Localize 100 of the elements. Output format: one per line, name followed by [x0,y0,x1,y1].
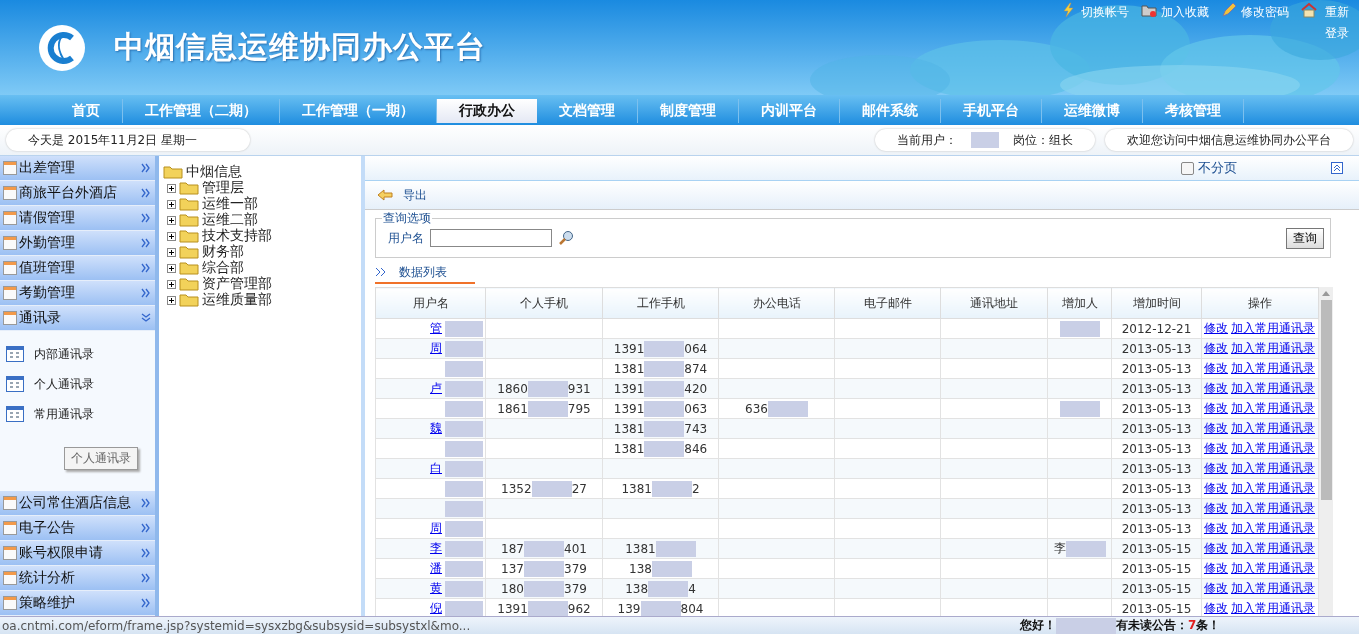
checkbox[interactable] [1181,161,1194,175]
tree-node[interactable]: 运维质量部 [202,291,272,309]
action-link[interactable]: 修改 [1204,481,1228,495]
action-link[interactable]: 加入常用通讯录 [1231,321,1315,335]
plus-icon[interactable] [167,295,176,305]
section-title: 数据列表 [399,263,447,281]
action-link[interactable]: 修改 [1204,581,1228,595]
scrollbar[interactable] [1319,287,1333,616]
sidebar-item[interactable]: 统计分析 [0,566,155,591]
plus-icon[interactable] [167,263,176,273]
action-link[interactable]: 修改 [1204,381,1228,395]
search-icon[interactable] [558,230,574,246]
action-link[interactable]: 加入常用通讯录 [1231,381,1315,395]
sidebar-item[interactable]: 账号权限申请 [0,541,155,566]
sidebar-subitem[interactable]: 内部通讯录 [0,345,155,363]
name-link[interactable]: 潘 [430,561,442,575]
cell-text: 2 [691,481,700,495]
action-link[interactable]: 修改 [1204,541,1228,555]
plus-icon[interactable] [167,215,176,225]
sidebar-item[interactable]: 策略维护 [0,591,155,616]
sidebar-item[interactable]: 电子公告 [0,516,155,541]
export-link[interactable]: 导出 [403,186,427,204]
action-link[interactable]: 加入常用通讯录 [1231,341,1315,355]
house-icon [1301,2,1317,18]
cell-text: 743 [684,421,708,435]
action-link[interactable]: 修改 [1204,601,1228,615]
column-header: 工作手机 [602,287,719,319]
tree-node[interactable]: 管理层 [202,179,244,197]
action-link[interactable]: 修改 [1204,321,1228,335]
folder-icon [179,213,199,227]
action-link[interactable]: 修改 [1204,461,1228,475]
plus-icon[interactable] [167,231,176,241]
cell-text: 874 [684,361,708,375]
tree-node[interactable]: 运维一部 [202,195,258,213]
username-field[interactable] [430,229,552,247]
action-link[interactable]: 加入常用通讯录 [1231,601,1315,615]
arrow-left-icon[interactable] [377,189,393,201]
name-link[interactable]: 周 [430,521,442,535]
action-link[interactable]: 加入常用通讯录 [1231,441,1315,455]
plus-icon[interactable] [167,279,176,289]
chevron-right-icon [141,598,151,608]
action-link[interactable]: 加入常用通讯录 [1231,581,1315,595]
action-link[interactable]: 修改 [1204,521,1228,535]
name-link[interactable]: 白 [430,461,442,475]
chevron-right-icon [141,163,151,173]
sidebar-subitem[interactable]: 常用通讯录 [0,405,155,423]
action-link[interactable]: 加入常用通讯录 [1231,481,1315,495]
name-link[interactable]: 魏 [430,421,442,435]
chevron-down-icon [141,313,151,323]
calendar-icon [3,261,17,275]
cell-text: 1381 [621,481,652,495]
nav-tab[interactable]: 行政办公 [437,99,537,123]
action-link[interactable]: 修改 [1204,441,1228,455]
sidebar-item[interactable]: 外勤管理 [0,231,155,256]
sidebar-item[interactable]: 考勤管理 [0,281,155,306]
name-link[interactable]: 黄 [430,581,442,595]
action-link[interactable]: 加入常用通讯录 [1231,461,1315,475]
name-link[interactable]: 周 [430,341,442,355]
action-link[interactable]: 加入常用通讯录 [1231,521,1315,535]
action-link[interactable]: 加入常用通讯录 [1231,401,1315,415]
name-link[interactable]: 李 [430,541,442,555]
action-link[interactable]: 修改 [1204,341,1228,355]
tree-node[interactable]: 财务部 [202,243,244,261]
sidebar-item[interactable]: 值班管理 [0,256,155,281]
plus-icon[interactable] [167,247,176,257]
action-link[interactable]: 加入常用通讯录 [1231,501,1315,515]
tree-node[interactable]: 资产管理部 [202,275,272,293]
sidebar-item[interactable]: 出差管理 [0,156,155,181]
tree-node[interactable]: 运维二部 [202,211,258,229]
action-link[interactable]: 修改 [1204,561,1228,575]
tree-root[interactable]: 中烟信息 [186,163,242,181]
name-link[interactable]: 管 [430,321,442,335]
action-link[interactable]: 加入常用通讯录 [1231,361,1315,375]
chevron-right-icon [141,188,151,198]
folder-icon [163,165,183,179]
query-button[interactable]: 查询 [1286,227,1324,249]
cell-text: 846 [684,441,708,455]
date-text: 今天是 2015年11月2日 星期一 [28,131,198,149]
sidebar-item[interactable]: 请假管理 [0,206,155,231]
sidebar-item[interactable]: 通讯录 [0,306,155,331]
cell-text: 1861 [497,401,528,415]
collapse-icon[interactable] [1331,162,1343,174]
tree-node[interactable]: 技术支持部 [202,227,272,245]
action-link[interactable]: 加入常用通讯录 [1231,421,1315,435]
calendar-icon [6,376,24,392]
name-link[interactable]: 卢 [430,381,442,395]
action-link[interactable]: 修改 [1204,401,1228,415]
sidebar-subitem[interactable]: 个人通讯录 [0,375,155,393]
action-link[interactable]: 加入常用通讯录 [1231,541,1315,555]
name-link[interactable]: 倪 [430,601,442,615]
plus-icon[interactable] [167,183,176,193]
sidebar-item[interactable]: 公司常住酒店信息 [0,491,155,516]
action-link[interactable]: 修改 [1204,361,1228,375]
action-link[interactable]: 修改 [1204,421,1228,435]
cell-text: 1381 [613,421,645,435]
plus-icon[interactable] [167,199,176,209]
action-link[interactable]: 加入常用通讯录 [1231,561,1315,575]
action-link[interactable]: 修改 [1204,501,1228,515]
tree-node[interactable]: 综合部 [202,259,244,277]
sidebar-item[interactable]: 商旅平台外酒店 [0,181,155,206]
